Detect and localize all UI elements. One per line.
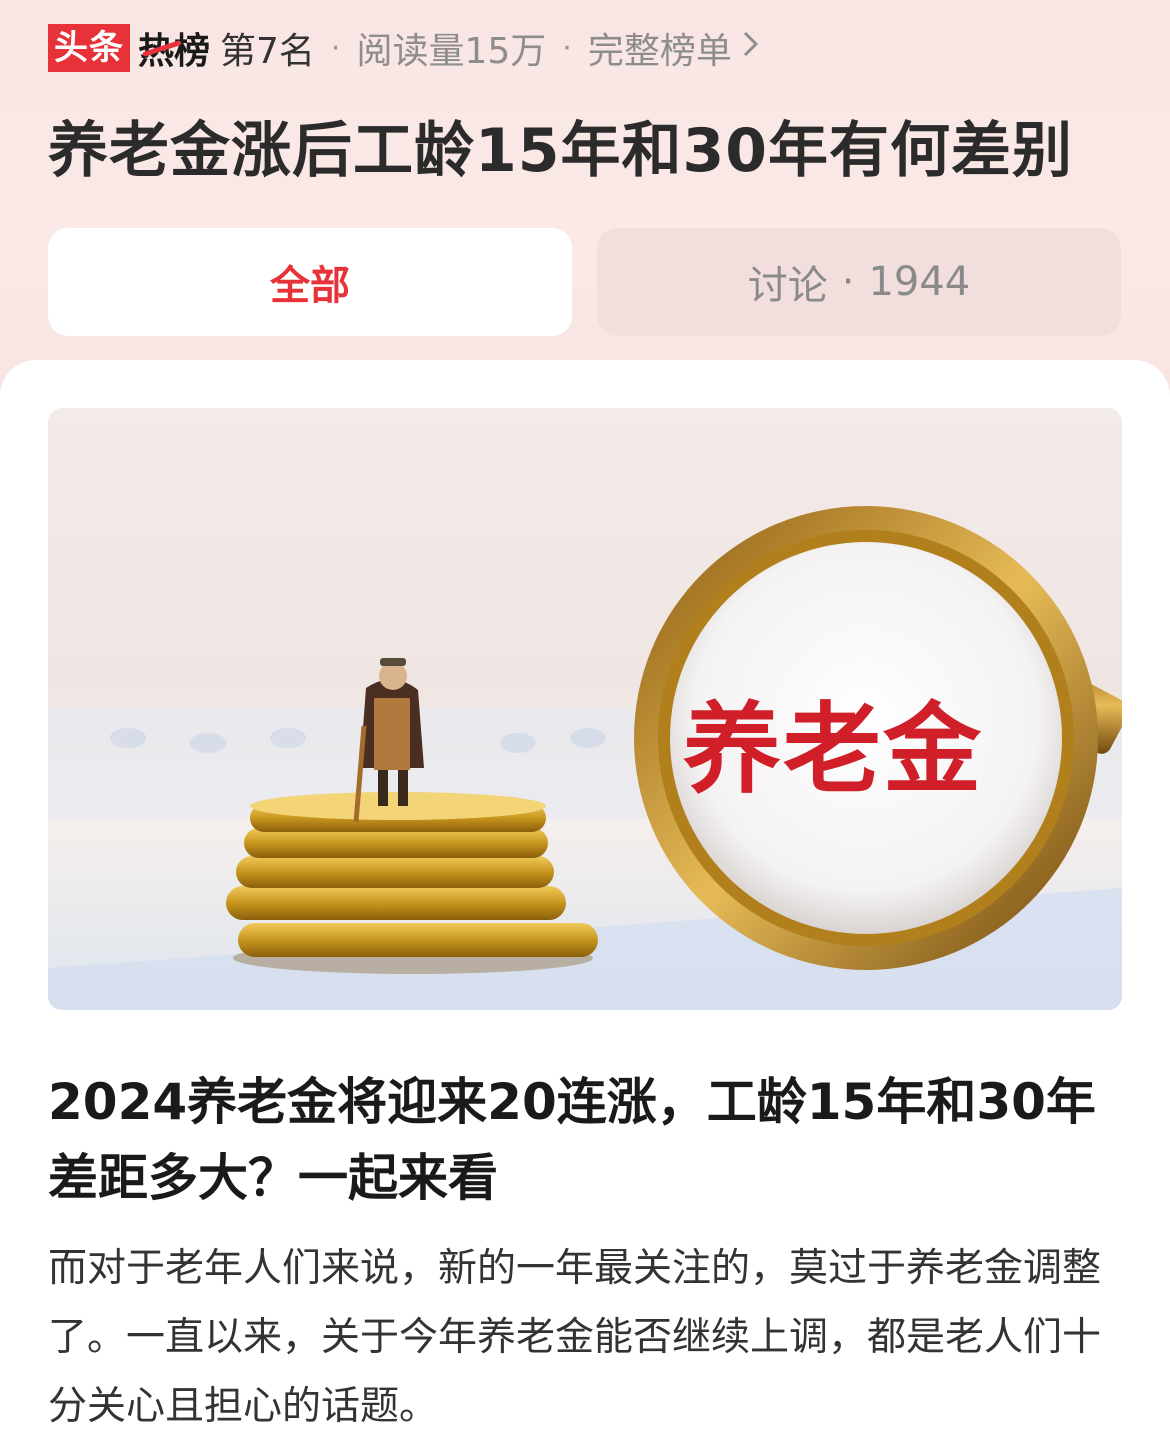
full-list-link[interactable]: 完整榜单 bbox=[588, 22, 762, 74]
tab-discussion[interactable]: 讨论 · 1944 bbox=[597, 228, 1121, 336]
article-title[interactable]: 2024养老金将迎来20连涨，工龄15年和30年差距多大？一起来看 bbox=[48, 1064, 1128, 1216]
tab-all[interactable]: 全部 bbox=[48, 228, 572, 336]
separator-dot: · bbox=[330, 30, 341, 66]
topic-title: 养老金涨后工龄15年和30年有何差别 bbox=[48, 116, 1073, 186]
chevron-right-icon bbox=[740, 28, 762, 68]
article-image[interactable]: 养老金 bbox=[48, 408, 1122, 1010]
rank-label: 第7名 bbox=[220, 31, 315, 72]
hot-list-bar[interactable]: 头条 热榜 第7名 · 阅读量15万 · 完整榜单 bbox=[48, 22, 762, 74]
separator-dot: · bbox=[841, 259, 855, 305]
toutiao-logo: 头条 bbox=[48, 24, 130, 72]
tab-discussion-label: 讨论 bbox=[747, 263, 828, 309]
separator-dot: · bbox=[562, 30, 572, 66]
tab-all-label: 全部 bbox=[270, 263, 350, 309]
read-count: 阅读量15万 bbox=[356, 31, 547, 72]
article-summary: 而对于老年人们来说，新的一年最关注的，莫过于养老金调整了。一直以来，关于今年养老… bbox=[48, 1246, 1102, 1429]
pension-text-in-lens: 养老金 bbox=[683, 692, 984, 807]
discussion-count: 1944 bbox=[868, 259, 971, 305]
full-list-label: 完整榜单 bbox=[587, 31, 732, 72]
hot-list-logo: 热榜 bbox=[138, 22, 210, 74]
